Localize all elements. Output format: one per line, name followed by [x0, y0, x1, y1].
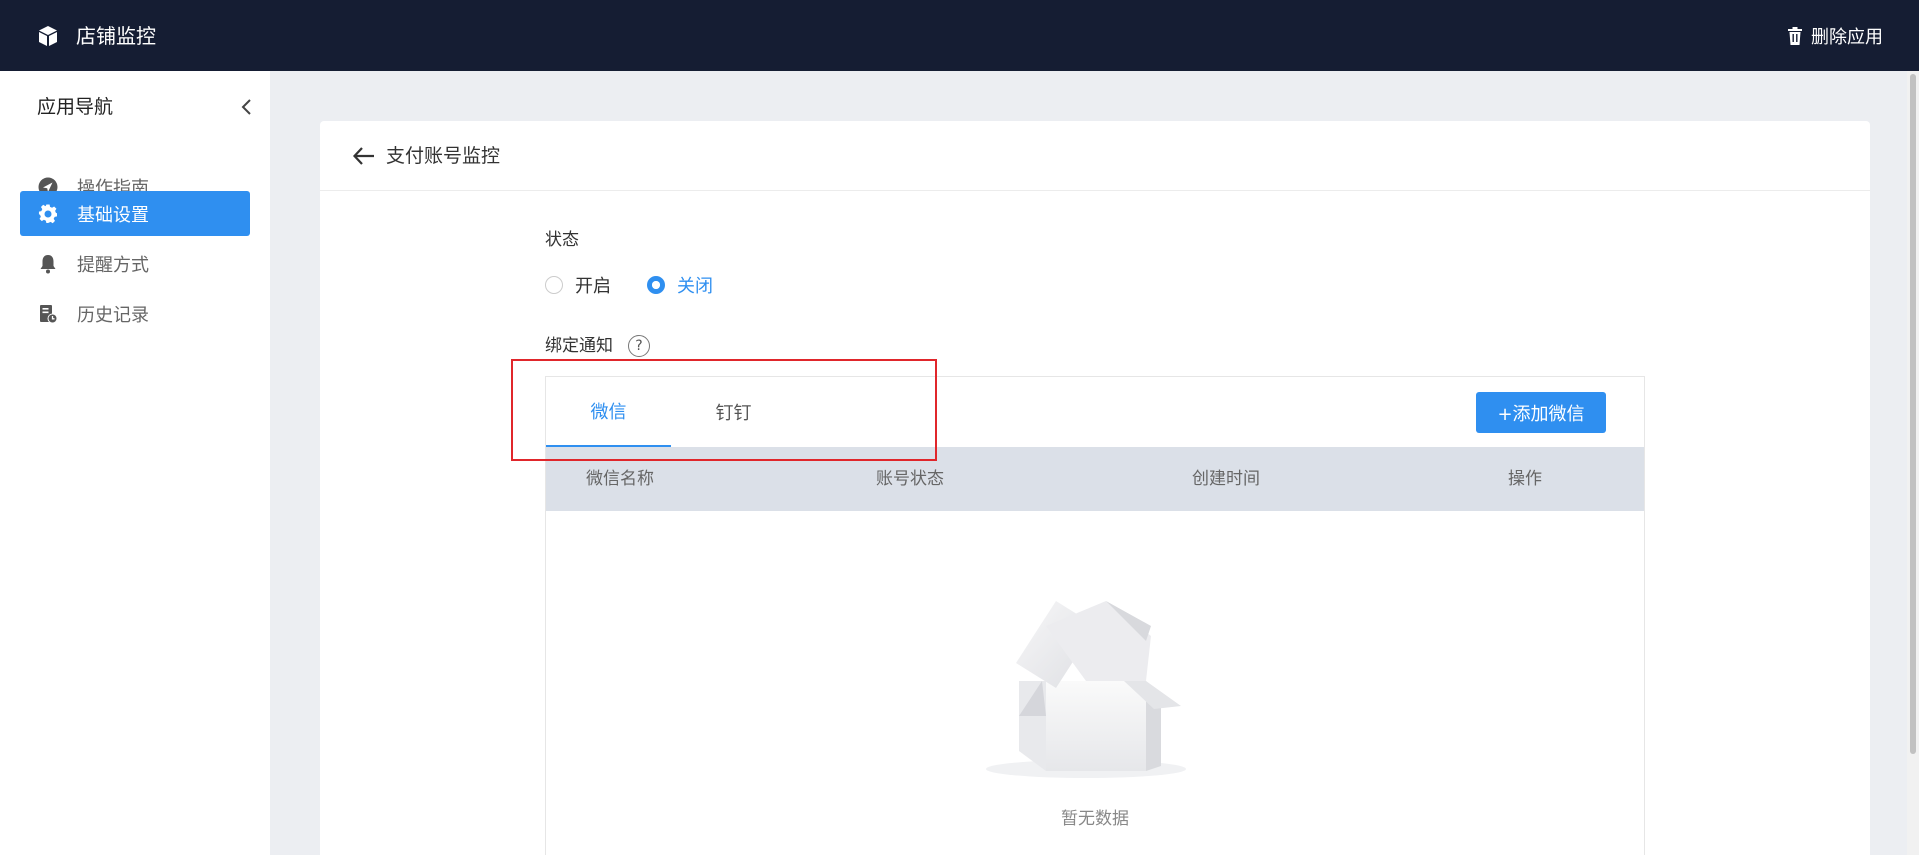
- scrollbar[interactable]: [1907, 71, 1919, 855]
- delete-app-button[interactable]: 删除应用: [1787, 22, 1883, 50]
- chevron-left-icon[interactable]: [238, 96, 256, 118]
- gear-icon: [37, 203, 59, 225]
- add-wechat-button[interactable]: +添加微信: [1476, 392, 1606, 433]
- card-header: 支付账号监控: [320, 121, 1870, 191]
- box-logo-icon: [39, 26, 57, 46]
- sidebar: 应用导航 操作指南 基础设置 提醒方式 历史记录: [0, 71, 270, 855]
- bell-icon: [37, 253, 59, 275]
- sidebar-item-label: 提醒方式: [77, 254, 149, 276]
- sidebar-item-label: 历史记录: [77, 304, 149, 326]
- tab-wechat[interactable]: 微信: [546, 377, 671, 447]
- arrow-left-icon[interactable]: [352, 145, 376, 167]
- radio-label: 开启: [575, 276, 611, 297]
- top-bar: 店铺监控 删除应用: [0, 0, 1919, 71]
- table-header: 微信名称 账号状态 创建时间 操作: [546, 447, 1644, 511]
- column-header: 操作: [1508, 469, 1542, 489]
- delete-app-label: 删除应用: [1811, 27, 1883, 48]
- notify-tabs: 微信 钉钉 +添加微信: [546, 377, 1644, 447]
- trash-icon: [1788, 27, 1802, 45]
- app-title: 店铺监控: [76, 24, 156, 48]
- empty-state: 暂无数据: [546, 511, 1644, 855]
- sidebar-item-reminders[interactable]: 提醒方式: [20, 241, 250, 286]
- sidebar-item-label: 基础设置: [77, 204, 149, 226]
- column-header: 微信名称: [586, 469, 654, 489]
- tab-dingtalk[interactable]: 钉钉: [671, 377, 796, 447]
- status-radio-on[interactable]: 开启: [545, 272, 611, 298]
- scrollbar-thumb[interactable]: [1910, 74, 1916, 754]
- status-label: 状态: [545, 230, 579, 250]
- sidebar-title: 应用导航: [37, 96, 114, 118]
- bind-notify-label: 绑定通知: [545, 336, 613, 356]
- sidebar-item-history[interactable]: 历史记录: [20, 291, 250, 336]
- radio-checked-icon: [647, 276, 665, 294]
- empty-text: 暂无数据: [1061, 809, 1129, 829]
- radio-label: 关闭: [677, 276, 713, 297]
- empty-box-icon: [986, 601, 1186, 778]
- status-radio-off[interactable]: 关闭: [647, 272, 713, 298]
- notify-panel: 微信 钉钉 +添加微信 微信名称 账号状态 创建时间 操作 暂无数据: [545, 376, 1645, 855]
- page-title: 支付账号监控: [386, 145, 501, 167]
- column-header: 账号状态: [876, 469, 944, 489]
- sidebar-item-settings[interactable]: 基础设置: [20, 191, 250, 236]
- radio-circle-icon: [545, 276, 563, 294]
- column-header: 创建时间: [1192, 469, 1260, 489]
- history-icon: [37, 303, 59, 325]
- help-icon[interactable]: ?: [628, 335, 650, 357]
